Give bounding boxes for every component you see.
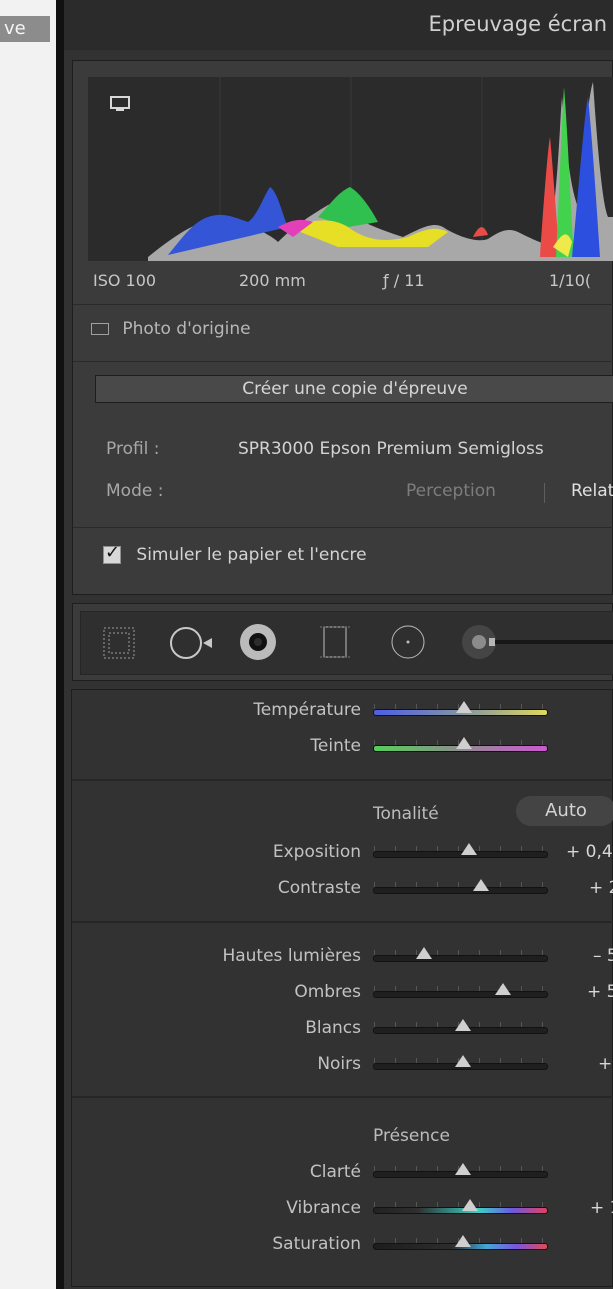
mode-relative-option[interactable]: Relat [571,481,613,501]
temperature-slider[interactable] [373,701,548,716]
highlights-value[interactable]: – 5 [593,946,613,966]
clarity-slider-thumb[interactable] [455,1163,471,1175]
exif-iso: ISO 100 [93,271,157,290]
contrast-label: Contraste [277,878,361,898]
shadows-value[interactable]: + 5 [587,982,613,1002]
basic-panel: Température Teinte Tonalité Auto Exposit… [71,689,613,1287]
mode-separator [544,483,545,503]
monitor-icon[interactable] [110,96,130,112]
saturation-label: Saturation [272,1234,361,1254]
panel-divider [56,0,64,1289]
highlights-label: Hautes lumières [222,946,361,966]
vibrance-label: Vibrance [286,1198,361,1218]
blacks-slider[interactable] [373,1055,548,1070]
whites-slider-thumb[interactable] [455,1019,471,1031]
tint-slider-thumb[interactable] [456,737,472,749]
vibrance-slider-thumb[interactable] [462,1199,478,1211]
simulate-paper-checkbox[interactable] [103,542,121,564]
original-photo-checkbox[interactable] [91,323,109,335]
exif-shutter-speed: 1/10( [549,271,592,290]
exif-aperture: ƒ / 11 [383,271,425,290]
profile-row[interactable]: Profil : SPR3000 Epson Premium Semigloss [106,439,544,459]
shadows-slider[interactable] [373,983,548,998]
section-divider [73,304,613,305]
radial-filter-icon[interactable] [387,621,429,667]
blacks-value[interactable]: + [598,1054,612,1074]
left-panel: ve [0,0,56,1289]
exposure-slider[interactable] [373,843,548,858]
contrast-slider[interactable] [373,879,548,894]
soft-proofing-panel: ISO 100 200 mm ƒ / 11 1/10( Photo d'orig… [72,60,613,595]
original-photo-label: Photo d'origine [122,319,251,339]
mode-perception-option[interactable]: Perception [406,481,496,501]
tool-strip-inner [80,611,613,675]
vibrance-slider[interactable] [373,1199,548,1214]
temperature-label: Température [253,700,361,720]
develop-right-panel: Epreuvage écran ISO 100 200 mm ƒ / 11 1/… [64,0,613,1289]
panel-title: Epreuvage écran [428,12,608,36]
highlights-slider[interactable] [373,947,548,962]
auto-tone-button[interactable]: Auto [516,796,613,826]
create-proof-copy-button[interactable]: Créer une copie d'épreuve [95,375,613,403]
vibrance-value[interactable]: + 1 [590,1198,613,1218]
spot-removal-icon[interactable] [168,622,216,668]
mode-label: Mode : [106,481,164,501]
shadows-slider-thumb[interactable] [495,983,511,995]
red-eye-icon[interactable] [236,620,280,668]
contrast-slider-thumb[interactable] [473,879,489,891]
highlights-slider-thumb[interactable] [416,947,432,959]
adjustment-brush-icon[interactable] [459,622,613,666]
simulate-paper-label: Simuler le papier et l'encre [136,545,367,565]
saturation-slider[interactable] [373,1235,548,1250]
panel-header: Epreuvage écran [64,0,613,50]
original-photo-row[interactable]: Photo d'origine [91,319,251,339]
presence-title: Présence [373,1126,450,1146]
exposure-slider-thumb[interactable] [461,843,477,855]
exif-focal-length: 200 mm [239,271,306,290]
profile-label: Profil : [106,439,160,459]
whites-slider[interactable] [373,1019,548,1034]
blacks-label: Noirs [317,1054,361,1074]
section-divider [73,527,613,528]
exposure-label: Exposition [272,842,361,862]
graduated-filter-icon[interactable] [317,621,353,667]
temperature-slider-thumb[interactable] [456,701,472,713]
blacks-slider-thumb[interactable] [455,1055,471,1067]
group-divider [72,779,613,781]
saturation-slider-thumb[interactable] [455,1235,471,1247]
tint-label: Teinte [310,736,361,756]
group-divider [72,921,613,923]
group-divider [72,1096,613,1098]
clarity-label: Clarté [309,1162,361,1182]
tool-strip [72,603,613,681]
tone-title: Tonalité [373,804,439,824]
histogram-graph [88,77,613,261]
section-divider [73,361,613,362]
exif-info: ISO 100 200 mm ƒ / 11 1/10( [93,271,613,297]
tint-slider[interactable] [373,737,548,752]
histogram [88,77,613,261]
simulate-paper-row[interactable]: Simuler le papier et l'encre [103,542,367,565]
whites-label: Blancs [305,1018,361,1038]
contrast-value[interactable]: + 2 [589,878,613,898]
clarity-slider[interactable] [373,1163,548,1178]
crop-tool-icon[interactable] [99,623,139,667]
mode-row: Mode : Perception Relat [106,481,613,503]
exposure-value[interactable]: + 0,4 [566,842,613,862]
profile-select[interactable]: SPR3000 Epson Premium Semigloss [238,439,544,459]
left-panel-tab[interactable]: ve [0,16,50,42]
shadows-label: Ombres [294,982,361,1002]
